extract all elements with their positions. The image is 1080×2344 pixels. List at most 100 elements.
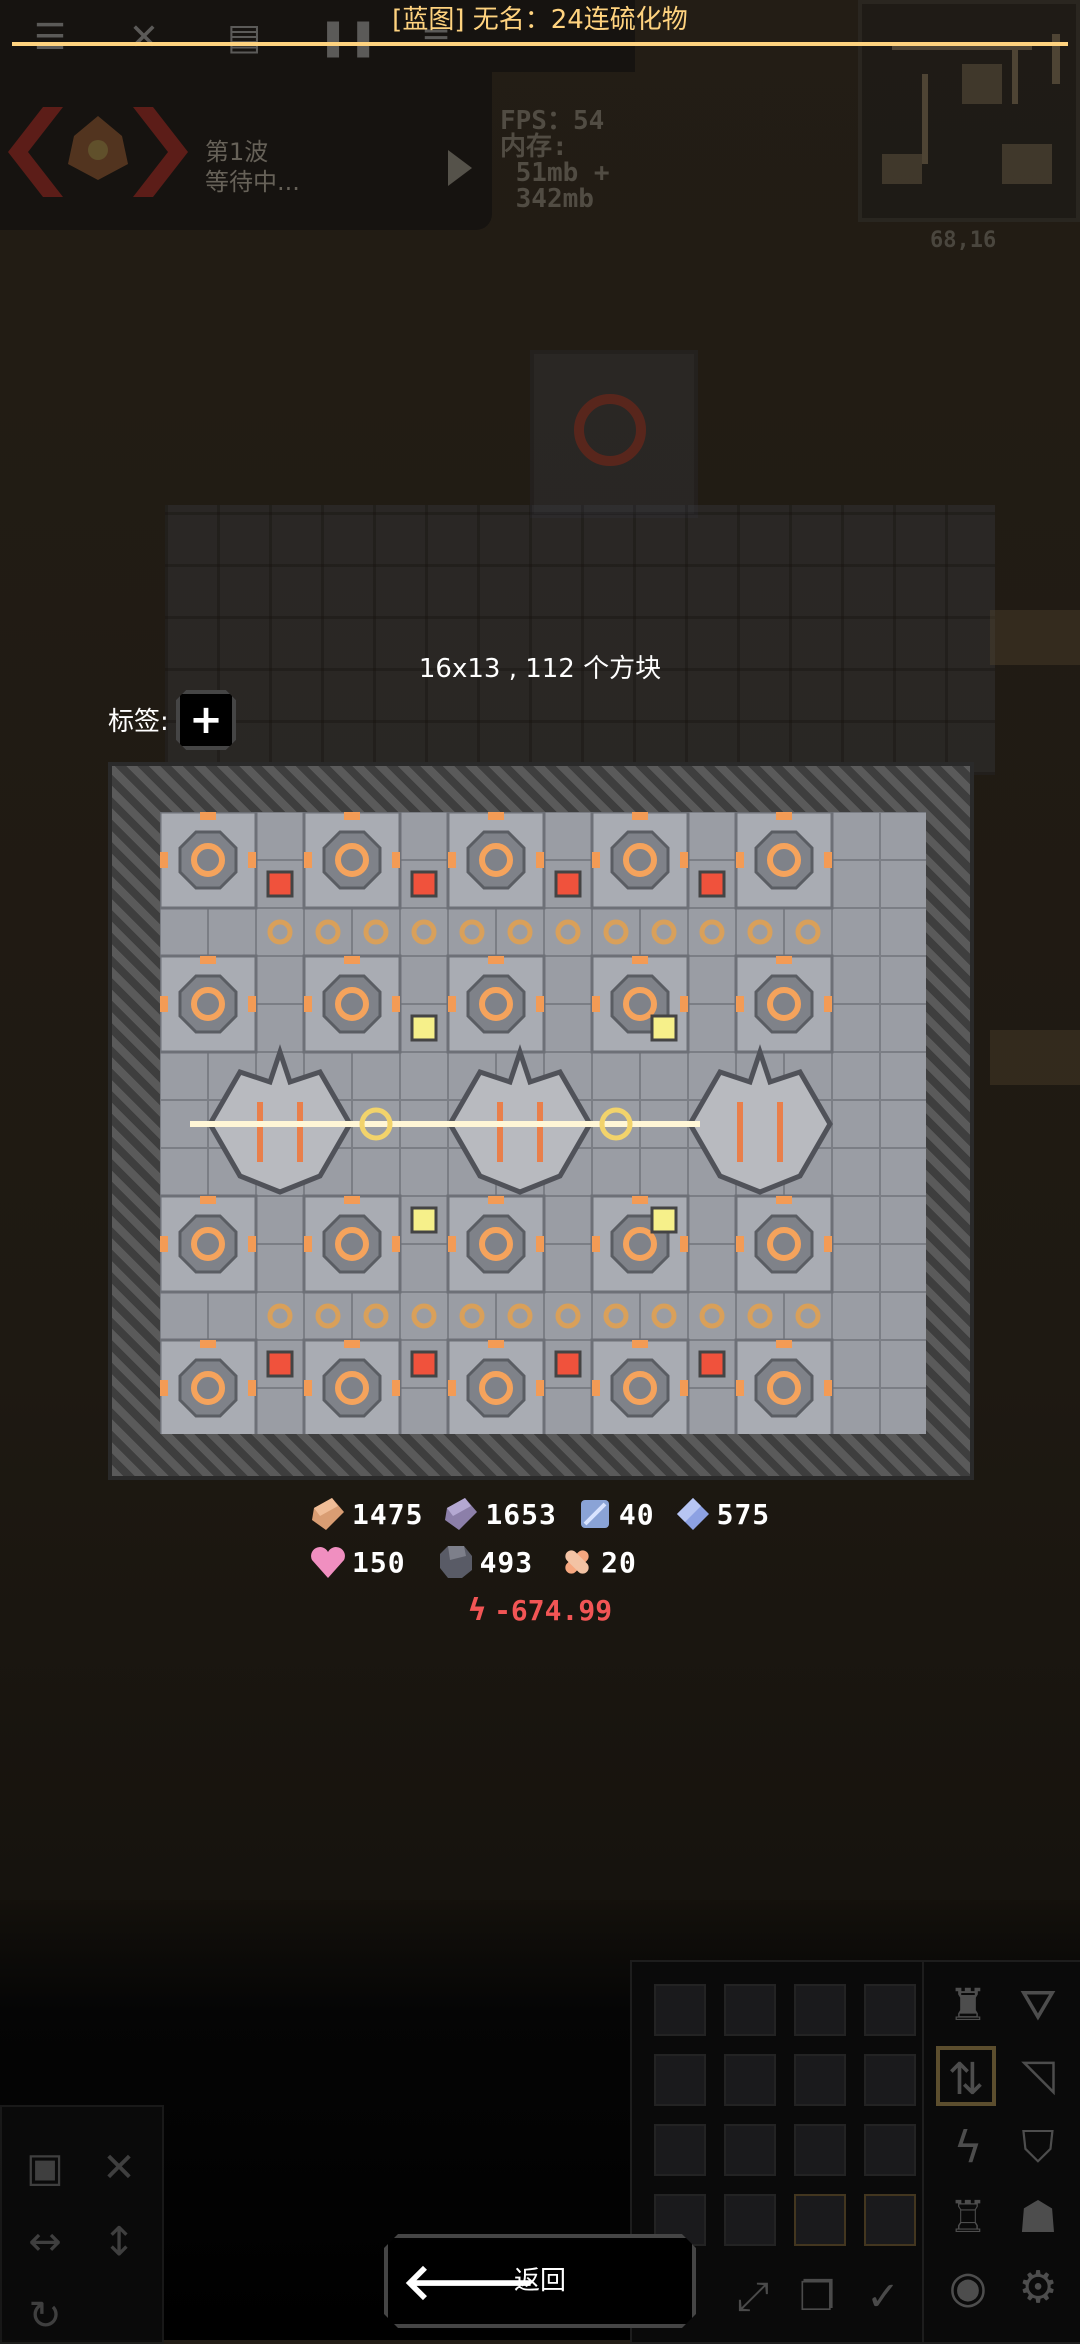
crusher-port xyxy=(680,996,688,1012)
flip-horizontal-icon[interactable]: ↔ xyxy=(20,2217,70,2267)
copy-icon[interactable]: ❐ xyxy=(792,2272,842,2322)
floor-tile xyxy=(831,1051,881,1101)
chevron-right-icon[interactable] xyxy=(128,102,188,202)
crusher-port xyxy=(824,1236,832,1252)
floor-tile xyxy=(255,1387,305,1434)
crusher-core xyxy=(754,830,814,890)
add-tag-button[interactable]: + xyxy=(176,690,236,750)
crusher-port xyxy=(536,1380,544,1396)
crusher-port xyxy=(448,1236,456,1252)
block-slot[interactable] xyxy=(724,2054,776,2106)
crusher-port xyxy=(824,1380,832,1396)
floor-tile xyxy=(831,1003,881,1053)
crusher-port xyxy=(736,852,744,868)
block-slot[interactable] xyxy=(794,2194,846,2246)
crusher-core xyxy=(322,974,382,1034)
floor-tile xyxy=(879,955,926,1005)
floor-tile xyxy=(255,907,305,957)
crusher-core xyxy=(178,974,238,1034)
floor-tile xyxy=(879,1051,926,1101)
floor-tile xyxy=(160,1147,209,1197)
core-block xyxy=(530,350,698,518)
flip-vertical-icon[interactable]: ↕ xyxy=(94,2217,144,2267)
floor-tile xyxy=(543,1291,593,1341)
back-button[interactable]: 🡐 返回 xyxy=(384,2234,696,2328)
distribution-category-icon[interactable]: ⇅ xyxy=(936,2046,996,2106)
block-slot[interactable] xyxy=(794,2054,846,2106)
crusher-port xyxy=(680,852,688,868)
floor-tile xyxy=(879,1339,926,1389)
block-slot[interactable] xyxy=(724,2194,776,2246)
chevron-left-icon[interactable] xyxy=(8,102,68,202)
block-slot[interactable] xyxy=(864,1984,916,2036)
floor-tile xyxy=(399,1051,449,1101)
crusher-port xyxy=(488,956,504,964)
floor-tile xyxy=(831,1195,881,1245)
lead-icon xyxy=(445,1498,478,1530)
save-icon[interactable]: ▣ xyxy=(20,2143,70,2193)
floor-tile xyxy=(639,907,689,957)
block-slot[interactable] xyxy=(794,1984,846,2036)
floor-tile xyxy=(735,907,785,957)
crusher-core xyxy=(178,830,238,890)
sorter-block xyxy=(266,870,294,898)
floor-tile xyxy=(543,1387,593,1434)
overflow-gate xyxy=(650,1206,678,1234)
sorter-block xyxy=(266,1350,294,1378)
power-value: -674.99 xyxy=(494,1593,613,1627)
crusher-port xyxy=(632,1196,648,1204)
crafting-category-icon[interactable]: ♖ xyxy=(938,2188,998,2248)
power-category-icon[interactable]: ϟ xyxy=(938,2118,998,2178)
block-slot[interactable] xyxy=(654,2124,706,2176)
crusher-port xyxy=(536,1236,544,1252)
rotate-icon[interactable]: ↻ xyxy=(20,2291,70,2341)
crusher-port xyxy=(392,1380,400,1396)
crusher-core xyxy=(754,1214,814,1274)
wave-panel: 第1波 等待中... xyxy=(0,72,492,230)
logic-category-icon[interactable]: ◉ xyxy=(938,2258,998,2318)
floor-tile xyxy=(255,812,305,861)
crusher-port xyxy=(536,852,544,868)
floor-tile xyxy=(591,1051,641,1101)
crusher-core xyxy=(322,1358,382,1418)
confirm-icon[interactable]: ✓ xyxy=(858,2272,908,2322)
block-slot[interactable] xyxy=(864,2194,916,2246)
crusher-port xyxy=(160,852,168,868)
floor-tile xyxy=(639,1147,689,1197)
skip-wave-icon[interactable] xyxy=(448,150,472,186)
crusher-core xyxy=(466,1358,526,1418)
schematic-preview-frame xyxy=(108,762,974,1480)
floor-tile xyxy=(831,812,881,861)
crusher-core xyxy=(322,830,382,890)
turret-category-icon[interactable]: ♜ xyxy=(938,1976,998,2036)
crusher-port xyxy=(488,812,504,820)
units-category-icon[interactable]: ☗ xyxy=(1008,2188,1068,2248)
block-slot[interactable] xyxy=(654,1984,706,2036)
filter-category-icon[interactable]: ⛛ xyxy=(1008,1976,1068,2036)
crusher-port xyxy=(592,1236,600,1252)
expand-icon[interactable]: ⤢ xyxy=(728,2272,778,2322)
crusher-port xyxy=(824,996,832,1012)
conveyor xyxy=(990,1030,1080,1085)
floor-tile xyxy=(831,859,881,909)
defense-category-icon[interactable]: ⛉ xyxy=(1008,2118,1068,2178)
liquid-category-icon[interactable]: ◹ xyxy=(1008,2046,1068,2106)
floor-tile xyxy=(783,907,833,957)
crusher-port xyxy=(248,1380,256,1396)
block-slot[interactable] xyxy=(864,2054,916,2106)
floor-tile xyxy=(399,1243,449,1293)
floor-tile xyxy=(879,1243,926,1293)
power-usage: ϟ -674.99 xyxy=(468,1590,612,1630)
floor-tile xyxy=(591,1147,641,1197)
effect-category-icon[interactable]: ⚙ xyxy=(1008,2258,1068,2318)
block-slot[interactable] xyxy=(724,2124,776,2176)
close-icon[interactable]: ✕ xyxy=(94,2143,144,2193)
requirement-metaglass: 40 xyxy=(575,1494,655,1534)
block-slot[interactable] xyxy=(724,1984,776,2036)
floor-tile xyxy=(255,955,305,1005)
block-slot[interactable] xyxy=(654,2054,706,2106)
enemy-unit-icon xyxy=(68,116,128,180)
crusher-port xyxy=(736,996,744,1012)
block-slot[interactable] xyxy=(794,2124,846,2176)
block-slot[interactable] xyxy=(864,2124,916,2176)
